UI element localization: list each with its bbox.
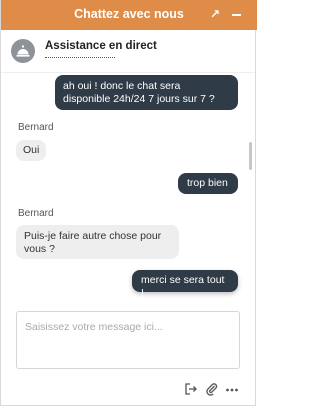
message-list: ah oui ! donc le chat sera disponible 24… — [1, 72, 255, 299]
message-scrollbar[interactable] — [249, 142, 252, 170]
sender-name: Bernard — [18, 122, 54, 133]
message-text: merci se sera tout ! — [141, 274, 225, 299]
more-icon[interactable] — [225, 382, 239, 396]
sender-name: Bernard — [18, 208, 54, 219]
paperclip-icon[interactable] — [205, 382, 219, 396]
message-text: Oui — [23, 144, 40, 156]
message-input[interactable] — [17, 312, 239, 368]
agent-status-dots — [45, 57, 115, 58]
expand-icon[interactable]: ↗ — [207, 6, 223, 22]
chat-widget: Chattez avec nous ↗ Assistance en direct… — [0, 0, 257, 406]
outgoing-message: trop bien — [178, 173, 238, 194]
message-text: trop bien — [187, 177, 228, 189]
minimize-icon[interactable] — [229, 6, 245, 22]
message-text-line: disponible 24h/24 7 jours sur 7 ? — [63, 93, 215, 105]
message-text-line: Puis-je faire autre chose pour — [24, 230, 162, 242]
message-composer — [16, 311, 240, 369]
message-text-line: ah oui ! donc le chat sera — [63, 80, 181, 92]
agent-info-bar: Assistance en direct — [1, 30, 255, 73]
chat-header: Chattez avec nous ↗ — [1, 0, 257, 30]
outgoing-message: merci se sera tout ! — [132, 270, 238, 299]
incoming-message: Oui — [16, 140, 46, 161]
service-bell-icon — [11, 39, 35, 63]
message-text-line: vous ? — [24, 243, 55, 255]
incoming-message: Puis-je faire autre chose pour vous ? — [16, 225, 179, 259]
exit-icon[interactable] — [184, 382, 198, 396]
outgoing-message: ah oui ! donc le chat sera disponible 24… — [55, 75, 238, 110]
agent-name: Assistance en direct — [45, 40, 157, 52]
